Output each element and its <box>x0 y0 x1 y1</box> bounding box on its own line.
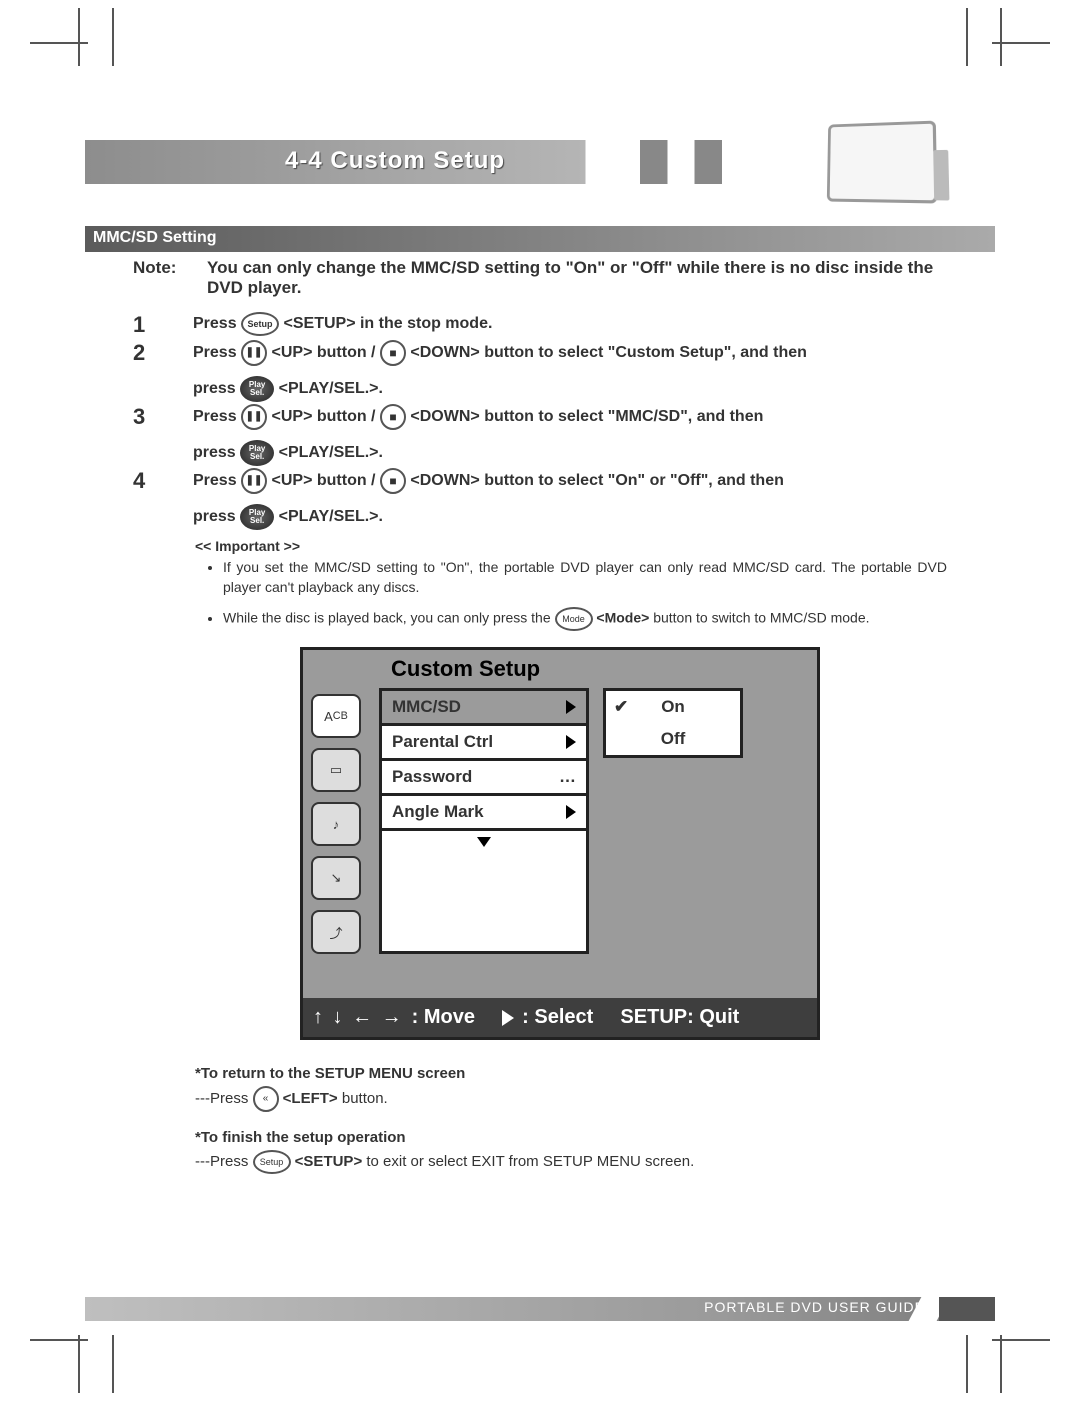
osd-value-item: On <box>606 691 740 723</box>
osd-footer: ↑ ↓ ← → : Move : Select SETUP: Quit <box>303 998 817 1037</box>
footer-page-number: 31 <box>958 1299 975 1316</box>
footer-quit: SETUP: Quit <box>620 1006 739 1029</box>
osd-title: Custom Setup <box>303 650 817 688</box>
arrow-right-icon <box>566 700 576 714</box>
page-content: 4-4 Custom Setup Setup MMC/SD Setting No… <box>85 140 995 1321</box>
important-item: While the disc is played back, you can o… <box>223 607 947 631</box>
step-body: Press ❚❚ <UP> button / ■ <DOWN> button t… <box>193 340 947 402</box>
step-text: Press <box>193 344 237 361</box>
step-text: <UP> button / <box>272 472 376 489</box>
step-number: 2 <box>133 340 193 366</box>
osd-menu-list: MMC/SD Parental Ctrl Password… Angle Mar… <box>379 688 589 954</box>
exit-icon: ⤴ <box>311 910 361 954</box>
play-sel-button-icon: PlaySel. <box>240 504 274 530</box>
step-number: 4 <box>133 468 193 494</box>
note-row: Note: You can only change the MMC/SD set… <box>85 258 995 298</box>
step-number: 1 <box>133 312 193 338</box>
step-text: <PLAY/SEL.>. <box>279 508 383 525</box>
header-title: 4-4 Custom Setup <box>285 147 505 175</box>
down-button-icon: ■ <box>380 404 406 430</box>
header-bar: 4-4 Custom Setup Setup <box>85 140 995 184</box>
page-footer: PORTABLE DVD USER GUIDE 31 <box>85 1297 995 1321</box>
step-text: <PLAY/SEL.>. <box>279 380 383 397</box>
play-sel-button-icon: PlaySel. <box>240 376 274 402</box>
osd-menu-item: Password… <box>382 761 586 796</box>
step-text: Press <box>193 408 237 425</box>
device-illustration <box>827 121 938 204</box>
down-button-icon: ■ <box>380 468 406 494</box>
audio-icon: ♪ <box>311 802 361 846</box>
down-button-icon: ■ <box>380 340 406 366</box>
note-label: Note: <box>133 258 207 298</box>
setup-button-icon: Setup <box>253 1150 291 1174</box>
step-1: 1 Press Setup <SETUP> in the stop mode. <box>133 312 947 338</box>
return-title: *To return to the SETUP MENU screen <box>195 1062 947 1086</box>
step-text: <UP> button / <box>272 344 376 361</box>
step-body: Press ❚❚ <UP> button / ■ <DOWN> button t… <box>193 468 947 530</box>
footer-select: : Select <box>522 1006 593 1029</box>
step-text: press <box>193 380 236 397</box>
play-sel-button-icon: PlaySel. <box>240 440 274 466</box>
step-text: <DOWN> button to select "On" or "Off", a… <box>410 472 783 489</box>
osd-category-icons: ACB ▭ ♪ ↘ ⤴ <box>311 688 373 954</box>
arrow-right-icon <box>566 805 576 819</box>
mode-button-icon: Mode <box>555 607 593 631</box>
steps-list: 1 Press Setup <SETUP> in the stop mode. … <box>85 312 995 530</box>
lang-icon: ACB <box>311 694 361 738</box>
osd-panel: Custom Setup ACB ▭ ♪ ↘ ⤴ MMC/SD Parental… <box>300 647 820 1040</box>
step-text: press <box>193 444 236 461</box>
step-text: <DOWN> button to select "MMC/SD", and th… <box>410 408 763 425</box>
custom-icon: ↘ <box>311 856 361 900</box>
return-body: ---Press « <LEFT> button. <box>195 1086 947 1112</box>
left-button-icon: « <box>253 1086 279 1112</box>
footer-guide-text: PORTABLE DVD USER GUIDE <box>704 1299 925 1315</box>
step-3: 3 Press ❚❚ <UP> button / ■ <DOWN> button… <box>133 404 947 466</box>
select-arrow-icon <box>502 1010 514 1026</box>
up-button-icon: ❚❚ <box>241 340 267 366</box>
step-text: <DOWN> button to select "Custom Setup", … <box>410 344 807 361</box>
note-text: You can only change the MMC/SD setting t… <box>207 258 947 298</box>
step-text: Press <box>193 472 237 489</box>
footer-move: : Move <box>412 1006 475 1029</box>
finish-body: ---Press Setup <SETUP> to exit or select… <box>195 1150 947 1174</box>
step-number: 3 <box>133 404 193 430</box>
step-text: Press <box>193 315 237 332</box>
step-body: Press ❚❚ <UP> button / ■ <DOWN> button t… <box>193 404 947 466</box>
step-2: 2 Press ❚❚ <UP> button / ■ <DOWN> button… <box>133 340 947 402</box>
arrow-down-icon <box>477 837 491 847</box>
post-notes: *To return to the SETUP MENU screen ---P… <box>195 1062 947 1174</box>
important-heading: << Important >> <box>195 538 947 554</box>
osd-value-item: Off <box>606 723 740 755</box>
step-text: <SETUP> in the stop mode. <box>284 315 493 332</box>
finish-title: *To finish the setup operation <box>195 1126 947 1150</box>
osd-menu-scroll <box>382 831 586 853</box>
setup-button-icon: Setup <box>241 312 279 336</box>
step-4: 4 Press ❚❚ <UP> button / ■ <DOWN> button… <box>133 468 947 530</box>
osd-menu-item: Parental Ctrl <box>382 726 586 761</box>
osd-menu-item: Angle Mark <box>382 796 586 831</box>
up-button-icon: ❚❚ <box>241 468 267 494</box>
step-text: press <box>193 508 236 525</box>
step-text: <PLAY/SEL.>. <box>279 444 383 461</box>
step-text: <UP> button / <box>272 408 376 425</box>
arrow-right-icon <box>566 735 576 749</box>
section-heading: MMC/SD Setting <box>85 226 995 252</box>
nav-arrows-icon: ↑ ↓ ← → <box>313 1006 404 1029</box>
screen-icon: ▭ <box>311 748 361 792</box>
up-button-icon: ❚❚ <box>241 404 267 430</box>
osd-menu-item: MMC/SD <box>382 691 586 726</box>
important-block: << Important >> If you set the MMC/SD se… <box>195 538 947 631</box>
step-body: Press Setup <SETUP> in the stop mode. <box>193 312 947 336</box>
important-item: If you set the MMC/SD setting to "On", t… <box>223 558 947 597</box>
osd-value-list: On Off <box>603 688 743 758</box>
